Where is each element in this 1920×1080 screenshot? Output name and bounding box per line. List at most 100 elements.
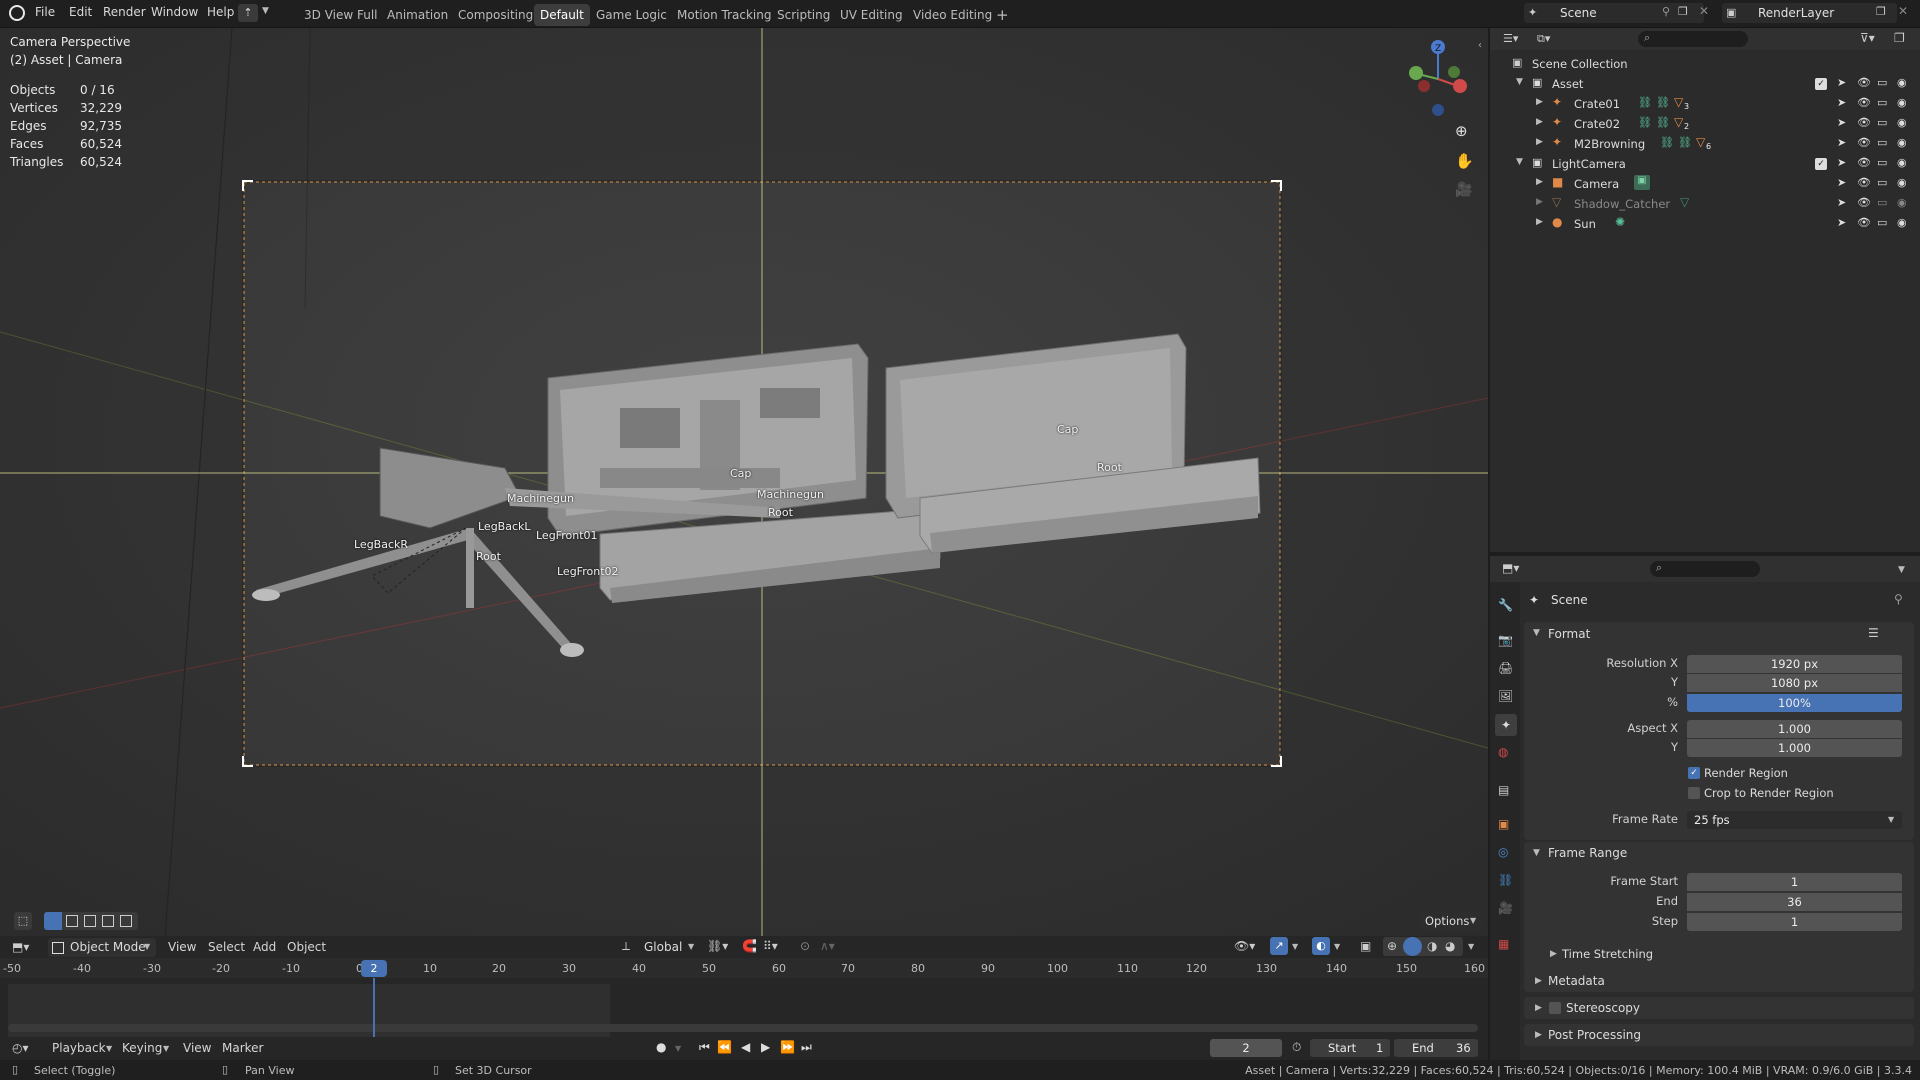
chevron-right-icon[interactable]: ▶ (1550, 949, 1557, 959)
outliner-row-sun[interactable]: ▶ ● Sun ✺ ➤ 👁 ▭ ◉ (1490, 214, 1920, 234)
expand-arrow-icon[interactable]: ▶ (1536, 97, 1543, 107)
frame-end-field[interactable]: 36 (1687, 893, 1902, 911)
frame-rate-dropdown[interactable]: 25 fps ▼ (1687, 811, 1902, 829)
upload-icon[interactable]: ⇡ (238, 4, 258, 22)
render-tab-icon[interactable]: 📷 (1498, 633, 1513, 647)
menu-view[interactable]: View (183, 1041, 211, 1055)
tab-uv-editing[interactable]: UV Editing (834, 4, 909, 26)
chevron-right-icon[interactable]: ▶ (1535, 1030, 1542, 1040)
start-frame-field[interactable]: Start 1 (1310, 1039, 1390, 1057)
chevron-down-icon[interactable]: ▼ (1898, 565, 1905, 575)
rendered-shading-icon[interactable]: ◕ (1445, 939, 1455, 953)
menu-edit[interactable]: Edit (69, 5, 92, 19)
collapse-arrow-icon[interactable]: ‹ (1478, 40, 1482, 51)
render-camera-icon[interactable]: ◉ (1897, 76, 1907, 89)
delete-layer-icon[interactable]: ✕ (1898, 4, 1908, 18)
shading-mode-buttons[interactable]: ⊕ ◑ ◕ (1383, 937, 1463, 956)
menu-help[interactable]: Help (207, 5, 234, 19)
overlays-toggle-icon[interactable]: ◐ (1312, 937, 1330, 955)
eye-icon[interactable]: 👁 (1857, 176, 1871, 189)
monitor-off-icon[interactable]: ▭ (1877, 196, 1887, 209)
proportional-edit-icon[interactable]: ⊙ (800, 939, 810, 953)
menu-keying[interactable]: Keying (122, 1041, 162, 1055)
editor-type-icon[interactable]: ⬒▾ (12, 940, 29, 954)
stereoscopy-header[interactable]: Stereoscopy (1566, 1001, 1640, 1015)
transform-orientation-dropdown[interactable]: ⟂ Global ▼ (620, 938, 698, 957)
select-subtract-icon[interactable] (84, 915, 96, 927)
pin-icon[interactable]: ⚲ (1662, 5, 1670, 18)
monitor-icon[interactable]: ▭ (1877, 96, 1887, 109)
play-reverse-icon[interactable]: ◀ (741, 1040, 750, 1054)
render-camera-icon[interactable]: ◉ (1897, 196, 1907, 209)
outliner-row-m2browning[interactable]: ▶ ✦ M2Browning ⛓ ⛓ ▽ 6 ➤ 👁 ▭ ◉ (1490, 134, 1920, 154)
chevron-down-icon[interactable]: ▼ (1334, 942, 1340, 951)
pin-icon[interactable]: ⚲ (1894, 592, 1903, 606)
monitor-icon[interactable]: ▭ (1877, 136, 1887, 149)
render-camera-icon[interactable]: ◉ (1897, 136, 1907, 149)
add-workspace-button[interactable]: + (990, 4, 1015, 26)
select-new-icon[interactable] (44, 912, 62, 930)
format-header[interactable]: Format (1548, 627, 1590, 641)
stereoscopy-checkbox[interactable] (1549, 1002, 1561, 1014)
select-extend-icon[interactable] (66, 915, 78, 927)
solid-shading-icon[interactable] (1403, 937, 1422, 956)
tab-3d-view-full[interactable]: 3D View Full (298, 4, 384, 26)
eye-icon[interactable]: 👁 (1857, 116, 1871, 129)
mode-selector[interactable]: Object Mode ▼ (48, 938, 156, 957)
properties-search-input[interactable]: ⌕ (1650, 561, 1760, 577)
play-icon[interactable]: ▶ (761, 1040, 770, 1054)
menu-window[interactable]: Window (151, 5, 198, 19)
outliner-row-scene-collection[interactable]: ▣ Scene Collection (1490, 54, 1920, 74)
selectable-icon[interactable]: ➤ (1837, 116, 1846, 129)
material-shading-icon[interactable]: ◑ (1427, 939, 1437, 953)
clock-icon[interactable]: ◴▾ (12, 1041, 29, 1055)
expand-arrow-icon[interactable]: ▶ (1536, 197, 1543, 207)
timeline-scrollbar[interactable] (8, 1024, 1478, 1032)
snap-icon[interactable]: 🧲 (742, 939, 757, 953)
include-checkbox[interactable]: ✓ (1815, 158, 1827, 170)
chevron-down-icon[interactable]: ▼ (675, 1044, 681, 1053)
chevron-down-icon[interactable]: ▼ (1292, 942, 1298, 951)
tool-tab-icon[interactable]: 🔧 (1498, 598, 1513, 612)
menu-playback[interactable]: Playback (52, 1041, 106, 1055)
resolution-x-field[interactable]: 1920 px (1687, 655, 1902, 673)
expand-arrow-icon[interactable]: ▶ (1536, 117, 1543, 127)
selectable-icon[interactable]: ➤ (1837, 196, 1846, 209)
select-intersect-icon[interactable] (120, 915, 132, 927)
expand-arrow-icon[interactable]: ▶ (1536, 137, 1543, 147)
eye-icon[interactable]: 👁 (1857, 96, 1871, 109)
resolution-y-field[interactable]: 1080 px (1687, 674, 1902, 692)
aspect-x-field[interactable]: 1.000 (1687, 720, 1902, 738)
blender-logo-icon[interactable] (9, 5, 25, 21)
frame-start-field[interactable]: 1 (1687, 873, 1902, 891)
eye-icon[interactable]: 👁 (1857, 216, 1871, 229)
chevron-down-icon[interactable]: ▼ (262, 6, 269, 16)
expand-arrow-icon[interactable]: ▶ (1536, 177, 1543, 187)
outliner-editor-icon[interactable]: ☰▾ (1503, 32, 1518, 45)
selectable-icon[interactable]: ➤ (1837, 216, 1846, 229)
tab-animation[interactable]: Animation (381, 4, 454, 26)
texture-tab-icon[interactable]: ▦ (1498, 937, 1509, 951)
render-camera-icon[interactable]: ◉ (1897, 216, 1907, 229)
include-checkbox[interactable]: ✓ (1815, 78, 1827, 90)
expand-arrow-icon[interactable]: ▼ (1516, 157, 1523, 167)
new-collection-icon[interactable]: ❐ (1894, 31, 1905, 45)
xray-toggle-icon[interactable]: ▣ (1360, 939, 1371, 953)
outliner-row-shadow-catcher[interactable]: ▶ ▽ Shadow_Catcher ▽ ➤ 👁 ▭ ◉ (1490, 194, 1920, 214)
current-frame-field[interactable]: 2 (1210, 1039, 1282, 1057)
new-layer-icon[interactable]: ❐ (1876, 5, 1886, 18)
render-camera-icon[interactable]: ◉ (1897, 116, 1907, 129)
display-mode-icon[interactable]: ⧉▾ (1537, 32, 1550, 46)
visibility-icon[interactable]: 👁▾ (1234, 939, 1255, 953)
tab-compositing[interactable]: Compositing (452, 4, 539, 26)
selectable-icon[interactable]: ➤ (1837, 96, 1846, 109)
tab-game-logic[interactable]: Game Logic (590, 4, 673, 26)
tab-motion-tracking[interactable]: Motion Tracking (671, 4, 777, 26)
select-mode-buttons[interactable] (44, 912, 138, 930)
menu-add[interactable]: Add (253, 940, 276, 954)
monitor-icon[interactable]: ▭ (1877, 216, 1887, 229)
playhead-frame[interactable]: 2 (361, 960, 387, 977)
zoom-icon[interactable]: ⊕ (1455, 122, 1468, 140)
frame-range-header[interactable]: Frame Range (1548, 846, 1627, 860)
gizmo-toggle-icon[interactable]: ↗ (1270, 937, 1288, 955)
